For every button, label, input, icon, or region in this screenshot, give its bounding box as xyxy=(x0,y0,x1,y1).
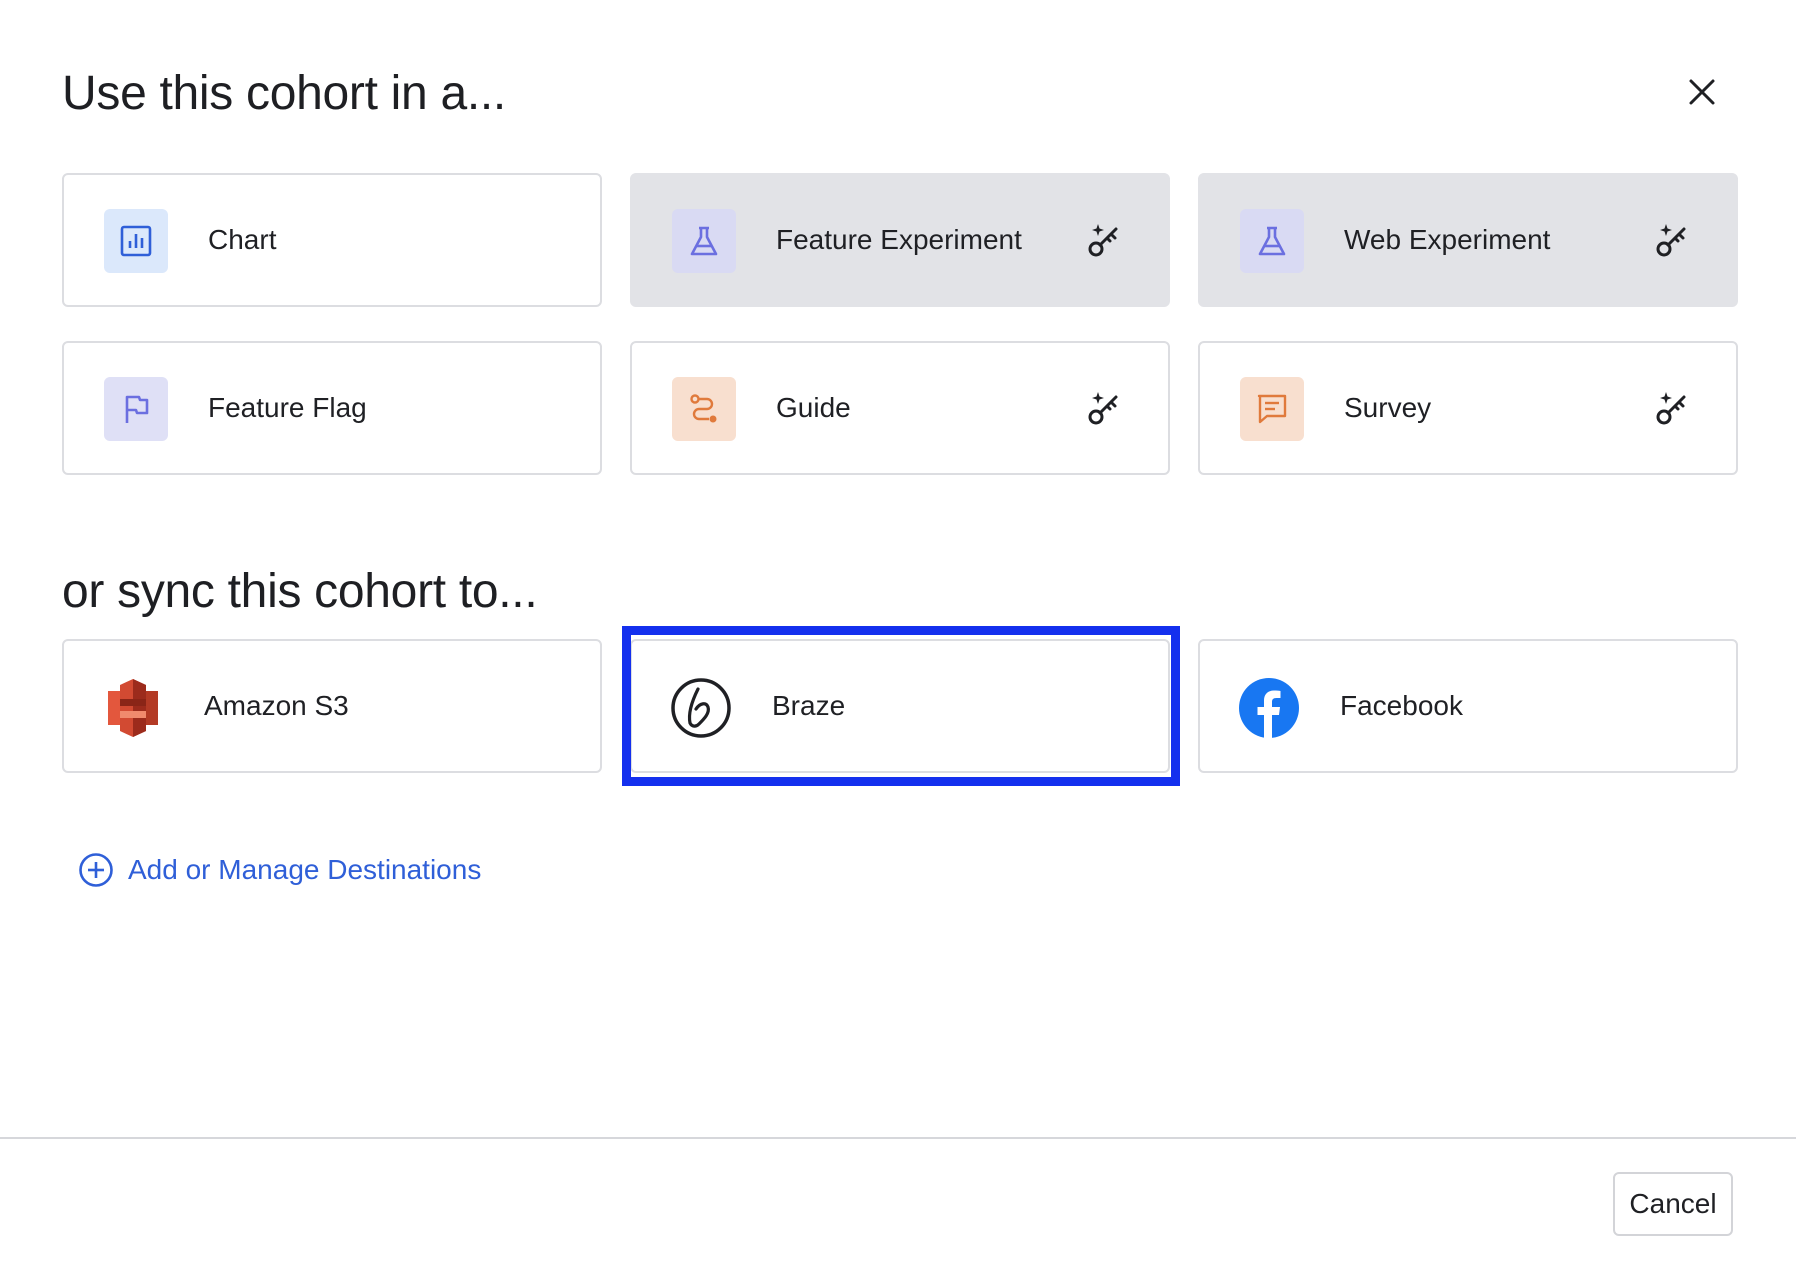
flask-icon xyxy=(672,209,736,273)
web-experiment-label: Web Experiment xyxy=(1344,224,1551,255)
message-icon xyxy=(1240,377,1304,441)
survey-label: Survey xyxy=(1344,392,1432,423)
facebook-logo xyxy=(1236,675,1302,741)
add-circle-icon xyxy=(79,853,113,887)
web-experiment-card[interactable]: Web Experiment xyxy=(1198,173,1738,307)
sparkle-key-icon xyxy=(1656,224,1686,257)
close-icon xyxy=(1689,79,1715,105)
flask-icon xyxy=(1240,209,1304,273)
guide-card[interactable]: Guide xyxy=(630,341,1170,475)
sparkle-key-icon xyxy=(1656,392,1686,425)
braze-card[interactable]: Braze xyxy=(630,639,1170,773)
cancel-button[interactable]: Cancel xyxy=(1613,1172,1733,1236)
feature-experiment-card[interactable]: Feature Experiment xyxy=(630,173,1170,307)
facebook-label: Facebook xyxy=(1340,690,1463,721)
flag-icon xyxy=(104,377,168,441)
use-cohort-modal: Use this cohort in a... Chart Feature Ex… xyxy=(0,0,1796,1264)
feature-experiment-label: Feature Experiment xyxy=(776,224,1022,255)
feature-flag-label: Feature Flag xyxy=(208,392,367,423)
sparkle-key-icon xyxy=(1088,224,1118,257)
guide-label: Guide xyxy=(776,392,851,423)
modal-title: Use this cohort in a... xyxy=(62,67,506,120)
chart-card[interactable]: Chart xyxy=(62,173,602,307)
close-button[interactable] xyxy=(1680,70,1724,114)
braze-logo xyxy=(668,675,734,741)
feature-flag-card[interactable]: Feature Flag xyxy=(62,341,602,475)
sync-section-title: or sync this cohort to... xyxy=(62,565,538,618)
chart-label: Chart xyxy=(208,224,277,255)
survey-card[interactable]: Survey xyxy=(1198,341,1738,475)
amazon-s3-label: Amazon S3 xyxy=(204,690,349,721)
add-manage-destinations-link[interactable]: Add or Manage Destinations xyxy=(78,852,481,888)
braze-label: Braze xyxy=(772,690,846,721)
sparkle-key-icon xyxy=(1088,392,1118,425)
add-manage-destinations-label: Add or Manage Destinations xyxy=(128,854,482,885)
footer-divider xyxy=(0,1137,1796,1139)
amazon-s3-logo xyxy=(100,675,166,741)
route-icon xyxy=(672,377,736,441)
chart-icon xyxy=(104,209,168,273)
facebook-card[interactable]: Facebook xyxy=(1198,639,1738,773)
amazon-s3-card[interactable]: Amazon S3 xyxy=(62,639,602,773)
